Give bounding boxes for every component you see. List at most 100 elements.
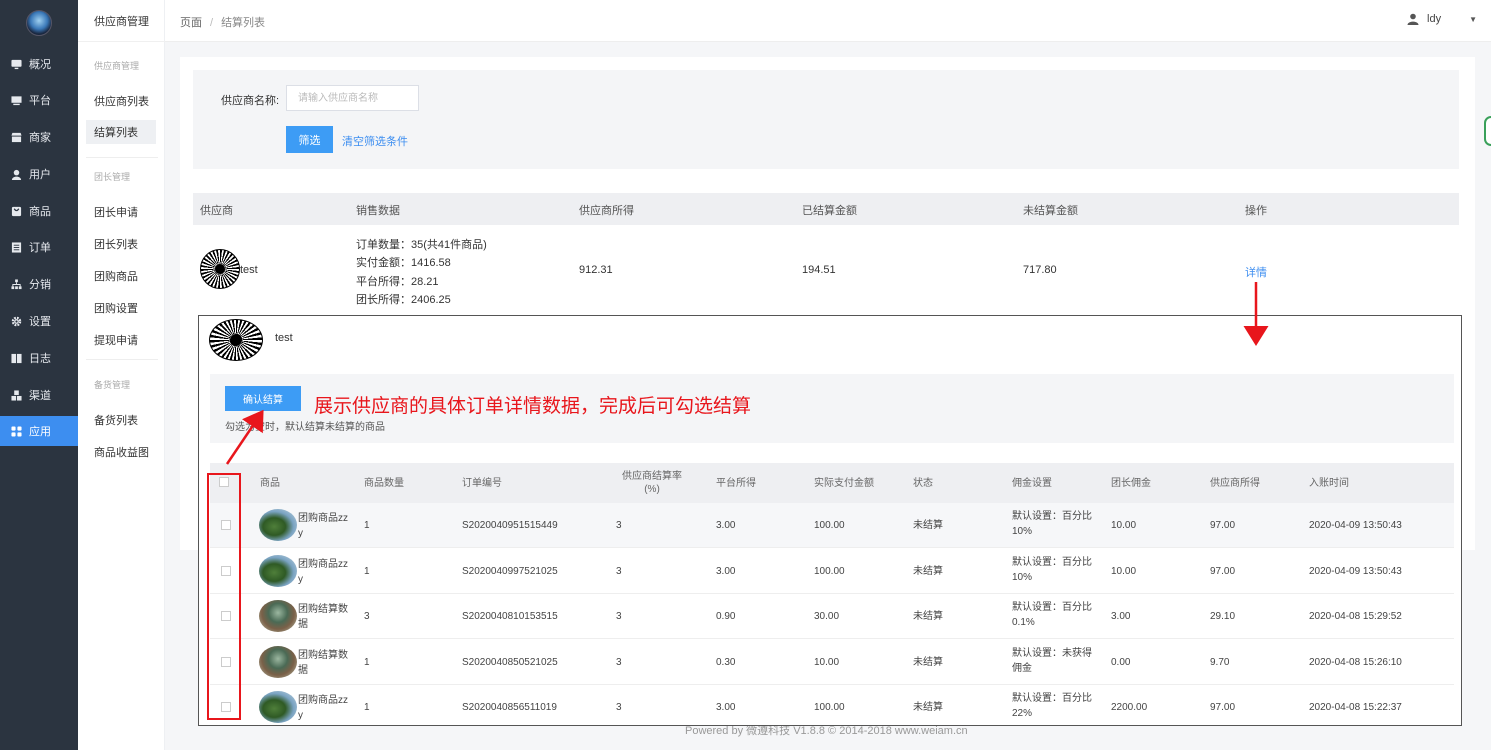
col-unsettled: 未结算金额	[1023, 205, 1078, 217]
nav-item-8[interactable]: 设置	[0, 306, 78, 336]
cell-order-no: S2020040810153515	[462, 611, 558, 622]
subnav-item-settlement-list[interactable]: 结算列表	[86, 120, 156, 144]
product-thumbnail	[259, 691, 297, 723]
chevron-down-icon[interactable]: ▼	[1469, 15, 1477, 24]
cell-commission: 默认设置：百分比10%	[1012, 556, 1092, 583]
cell-supplier: 29.10	[1210, 611, 1236, 622]
user-icon	[1407, 13, 1419, 25]
subnav-item-group-settings[interactable]: 团购设置	[86, 296, 156, 320]
nav-item-9[interactable]: 日志	[0, 343, 78, 373]
breadcrumb-home[interactable]: 页面	[180, 17, 202, 29]
nav-item-6[interactable]: 订单	[0, 232, 78, 262]
nav-item-7[interactable]: 分销	[0, 269, 78, 299]
col-sales: 销售数据	[356, 205, 400, 217]
col-platform: 平台所得	[716, 478, 756, 489]
cell-order-no: S2020040850521025	[462, 656, 558, 668]
detail-link[interactable]: 详情	[1245, 264, 1267, 280]
user-name: ldy	[1427, 13, 1442, 25]
nav-item-label: 商家	[29, 132, 51, 144]
supplier-name: test	[240, 264, 258, 276]
product-thumbnail	[259, 600, 297, 632]
cell-commission: 默认设置：百分比0.1%	[1012, 602, 1092, 628]
cell-leader: 10.00	[1111, 520, 1137, 531]
filter-label: 供应商名称:	[221, 95, 280, 107]
col-supplier-income: 供应商所得	[1210, 478, 1260, 489]
divider	[86, 359, 158, 360]
cell-platform: 0.30	[716, 656, 736, 668]
settle-hint: 勾选为空时，默认结算未结算的商品	[225, 422, 385, 433]
cell-commission: 默认设置：百分比10%	[1012, 511, 1092, 537]
subnav-item-stock-list[interactable]: 备货列表	[86, 408, 156, 432]
user-menu[interactable]: ldy ▼	[1407, 13, 1477, 25]
supplier-income-value: 912.31	[579, 264, 613, 276]
cell-order-no: S2020040856511019	[462, 702, 557, 713]
subnav-item-revenue-chart[interactable]: 商品收益图	[86, 440, 156, 464]
product-thumbnail	[259, 645, 297, 678]
col-action: 操作	[1245, 205, 1267, 217]
cell-order-no: S2020040997521025	[462, 565, 558, 577]
table-row: 团购结算数据 1 S2020040850521025 3 0.30 10.00 未结算 默认设…	[210, 640, 1454, 685]
nav-item-4[interactable]: 用户	[0, 159, 78, 189]
cell-leader: 2200.00	[1111, 702, 1148, 713]
monitor-icon	[11, 59, 22, 70]
product-thumbnail	[259, 554, 297, 587]
col-commission: 佣金设置	[1012, 478, 1052, 489]
nav-item-5[interactable]: 商品	[0, 196, 78, 226]
top-bar: 页面 / 结算列表 ldy ▼	[165, 0, 1491, 42]
subnav-item-leader-apply[interactable]: 团长申请	[86, 200, 156, 224]
cell-platform: 3.00	[716, 565, 736, 577]
nav-item-3[interactable]: 商家	[0, 122, 78, 152]
subnav-item-group-goods[interactable]: 团购商品	[86, 264, 156, 288]
supplier-name-input[interactable]	[286, 85, 419, 111]
col-rate: 供应商结算率(%)	[622, 471, 682, 495]
breadcrumb-current: 结算列表	[221, 17, 266, 29]
product-name: 团购结算数据	[298, 649, 348, 676]
user-icon	[11, 169, 22, 180]
cell-status: 未结算	[913, 565, 943, 577]
nav-item-label: 平台	[29, 95, 51, 107]
sub-sidebar: 供应商管理 供应商管理 供应商列表 结算列表 团长管理 团长申请 团长列表 团购…	[78, 0, 165, 750]
cell-status: 未结算	[913, 520, 943, 531]
gear-icon	[11, 316, 22, 327]
table-row: 团购商品zzy 1 S2020040856511019 3 3.00 100.00 未结算 默…	[210, 685, 1454, 725]
divider	[86, 157, 158, 158]
subnav-item-withdraw[interactable]: 提现申请	[86, 328, 156, 352]
cell-commission: 默认设置：百分比22%	[1012, 693, 1092, 719]
supplier-avatar-large	[209, 319, 263, 361]
nav-item-1[interactable]: 概况	[0, 49, 78, 79]
sales-paid-amount: 实付金额：1416.58	[356, 257, 451, 269]
cell-paid: 10.00	[814, 656, 840, 668]
detail-panel: test 确认结算 勾选为空时，默认结算未结算的商品 展示供应商的具体订单详情数…	[198, 315, 1462, 726]
col-status: 状态	[913, 478, 933, 489]
cell-order-no: S2020040951515449	[462, 520, 558, 531]
product-thumbnail	[259, 509, 297, 541]
nav-item-2[interactable]: 平台	[0, 85, 78, 115]
supplier-avatar	[200, 249, 240, 289]
annotation-text: 展示供应商的具体订单详情数据，完成后可勾选结算	[314, 395, 752, 417]
col-leader-commission: 团长佣金	[1111, 478, 1151, 489]
nav-item-label: 商品	[29, 206, 51, 218]
confirm-settle-button[interactable]: 确认结算	[225, 386, 301, 411]
clear-filter-link[interactable]: 清空筛选条件	[342, 133, 408, 149]
subnav-item-leader-list[interactable]: 团长列表	[86, 232, 156, 256]
bag-icon	[11, 206, 22, 217]
nav-item-11[interactable]: 应用	[0, 416, 78, 446]
nav-item-10[interactable]: 渠道	[0, 380, 78, 410]
nav-item-label: 设置	[29, 316, 51, 328]
side-widget[interactable]	[1484, 116, 1491, 146]
cell-paid: 100.00	[814, 565, 845, 577]
sales-platform-income: 平台所得：28.21	[356, 276, 439, 288]
app-logo[interactable]	[26, 10, 52, 36]
filter-button[interactable]: 筛选	[286, 126, 333, 153]
cell-time: 2020-04-08 15:29:52	[1309, 611, 1402, 622]
highlight-box	[207, 473, 241, 720]
nav-item-label: 订单	[29, 242, 51, 254]
cell-time: 2020-04-08 15:26:10	[1309, 656, 1402, 668]
table-row: 团购结算数据 3 S2020040810153515 3 0.90 30.00 未结算 默认设…	[210, 594, 1454, 639]
subnav-item-supplier-list[interactable]: 供应商列表	[86, 89, 156, 113]
cell-qty: 1	[364, 565, 370, 577]
nav-item-label: 日志	[29, 353, 51, 365]
cell-qty: 1	[364, 520, 370, 531]
col-qty: 商品数量	[364, 478, 404, 489]
cell-time: 2020-04-09 13:50:43	[1309, 520, 1402, 531]
